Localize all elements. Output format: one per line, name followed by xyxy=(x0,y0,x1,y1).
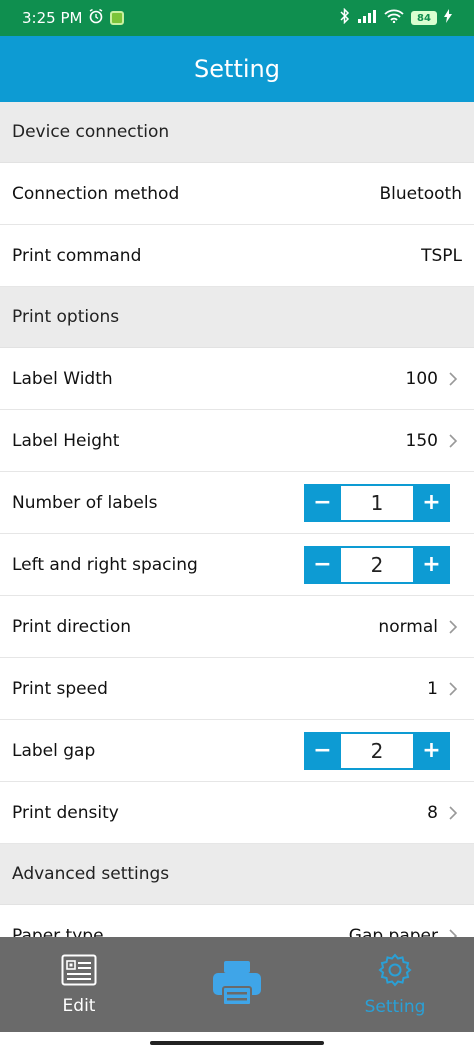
alarm-icon xyxy=(88,8,104,28)
row-right: 150 xyxy=(406,431,462,451)
stepper-value[interactable]: 2 xyxy=(341,731,413,770)
chevron-right-icon xyxy=(444,432,462,450)
row-print-command[interactable]: Print command TSPL xyxy=(0,225,474,287)
printer-icon xyxy=(211,959,263,1011)
labels-count-stepper: − 1 + xyxy=(304,483,450,522)
row-value: TSPL xyxy=(421,245,462,266)
row-value: 100 xyxy=(405,368,438,389)
page-title: Setting xyxy=(194,55,280,83)
row-label: Left and right spacing xyxy=(12,554,198,575)
row-label: Print direction xyxy=(12,616,132,637)
row-label: Label Width xyxy=(12,368,113,389)
increment-button[interactable]: + xyxy=(413,731,450,770)
app-header: Setting xyxy=(0,36,474,102)
row-label: Connection method xyxy=(12,183,180,204)
status-time: 3:25 PM xyxy=(22,9,83,27)
nav-setting[interactable]: Setting xyxy=(316,937,474,1032)
notification-app-icon xyxy=(110,11,125,25)
stepper-value[interactable]: 1 xyxy=(341,483,413,522)
row-right: 8 xyxy=(427,803,462,823)
nav-edit-label: Edit xyxy=(62,995,96,1016)
decrement-button[interactable]: − xyxy=(304,545,341,584)
status-right: 84 xyxy=(340,7,452,28)
section-device-connection: Device connection xyxy=(0,102,474,163)
bottom-nav: Edit Setting xyxy=(0,937,474,1032)
nav-setting-label: Setting xyxy=(364,996,426,1017)
row-label: Print speed xyxy=(12,678,108,699)
settings-list[interactable]: Device connection Connection method Blue… xyxy=(0,102,474,938)
charging-icon xyxy=(444,9,452,27)
section-title: Print options xyxy=(12,307,120,327)
bluetooth-icon xyxy=(340,7,350,28)
chevron-right-icon xyxy=(444,804,462,822)
home-indicator xyxy=(150,1041,324,1045)
increment-button[interactable]: + xyxy=(413,545,450,584)
decrement-button[interactable]: − xyxy=(304,731,341,770)
row-value: normal xyxy=(378,616,438,637)
row-right: 1 xyxy=(427,679,462,699)
row-value: Bluetooth xyxy=(379,183,462,204)
row-number-of-labels: Number of labels − 1 + xyxy=(0,472,474,534)
section-advanced-settings: Advanced settings xyxy=(0,844,474,905)
label-gap-stepper: − 2 + xyxy=(304,731,450,770)
row-label: Label gap xyxy=(12,740,96,761)
row-paper-type[interactable]: Paper type Gap paper xyxy=(0,905,474,938)
row-value: 150 xyxy=(405,430,438,451)
section-title: Advanced settings xyxy=(12,864,170,884)
row-label: Print command xyxy=(12,245,142,266)
increment-button[interactable]: + xyxy=(413,483,450,522)
row-value: 1 xyxy=(427,678,438,699)
row-label: Number of labels xyxy=(12,492,158,513)
row-print-speed[interactable]: Print speed 1 xyxy=(0,658,474,720)
row-connection-method[interactable]: Connection method Bluetooth xyxy=(0,163,474,225)
section-title: Device connection xyxy=(12,122,170,142)
stepper-value[interactable]: 2 xyxy=(341,545,413,584)
decrement-button[interactable]: − xyxy=(304,483,341,522)
chevron-right-icon xyxy=(444,618,462,636)
nav-edit[interactable]: Edit xyxy=(0,937,158,1032)
chevron-right-icon xyxy=(444,370,462,388)
nav-print[interactable] xyxy=(158,937,316,1032)
row-print-direction[interactable]: Print direction normal xyxy=(0,596,474,658)
row-left-right-spacing: Left and right spacing − 2 + xyxy=(0,534,474,596)
row-label-gap: Label gap − 2 + xyxy=(0,720,474,782)
row-label-height[interactable]: Label Height 150 xyxy=(0,410,474,472)
row-label-width[interactable]: Label Width 100 xyxy=(0,348,474,410)
edit-template-icon xyxy=(61,954,97,990)
row-right: 100 xyxy=(406,369,462,389)
row-label: Label Height xyxy=(12,430,120,451)
battery-icon: 84 xyxy=(411,11,437,25)
row-label: Print density xyxy=(12,802,119,823)
status-bar: 3:25 PM 84 xyxy=(0,0,474,36)
status-left: 3:25 PM xyxy=(22,8,125,28)
row-right: normal xyxy=(378,617,462,637)
row-print-density[interactable]: Print density 8 xyxy=(0,782,474,844)
wifi-icon xyxy=(384,9,404,27)
signal-icon xyxy=(357,9,377,27)
chevron-right-icon xyxy=(444,680,462,698)
section-print-options: Print options xyxy=(0,287,474,348)
row-value: 8 xyxy=(427,802,438,823)
gear-icon xyxy=(378,952,412,991)
spacing-stepper: − 2 + xyxy=(304,545,450,584)
